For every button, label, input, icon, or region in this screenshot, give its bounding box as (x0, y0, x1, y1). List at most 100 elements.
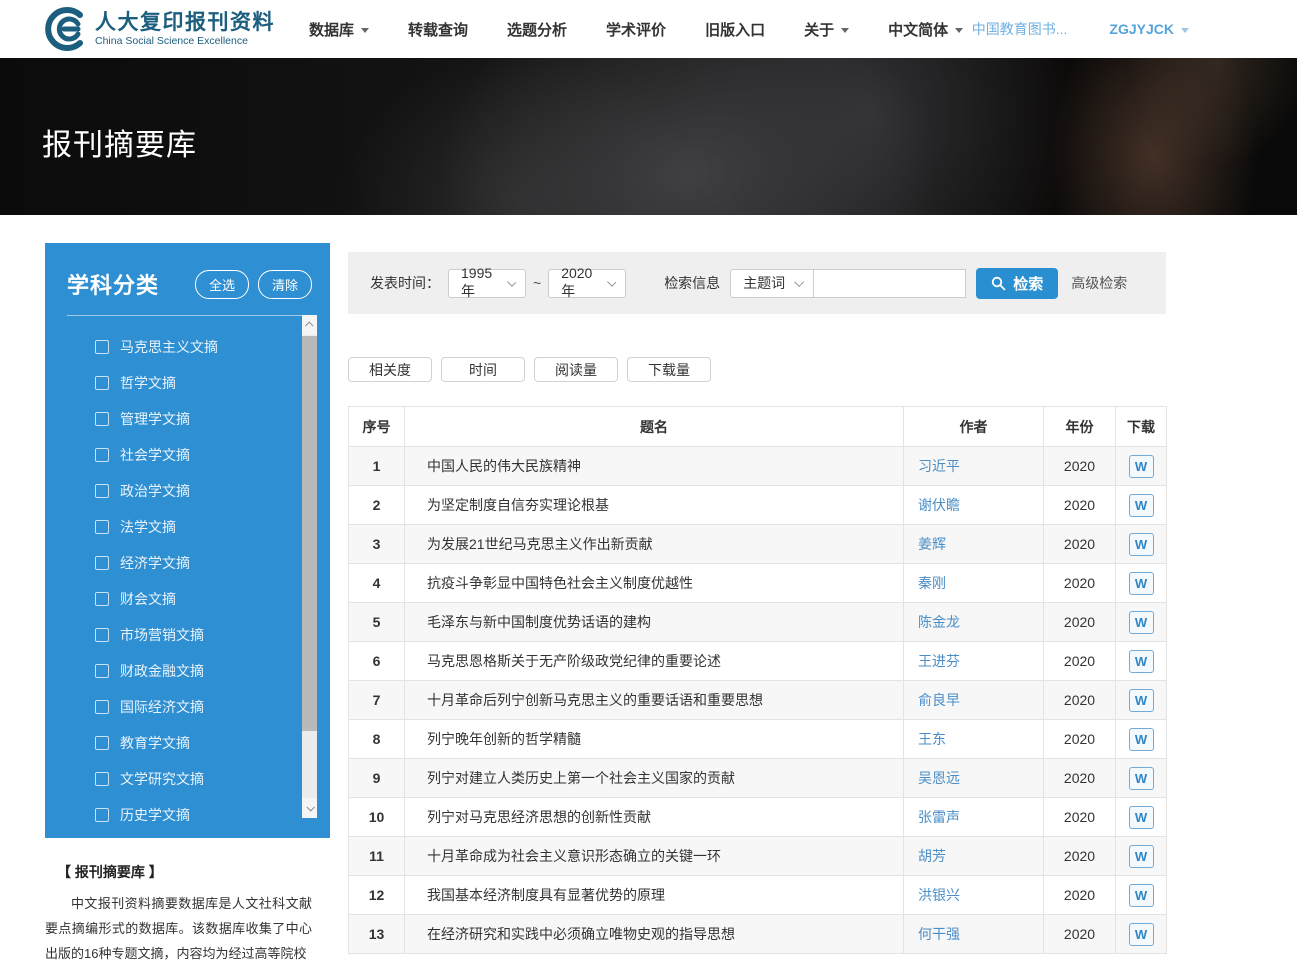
subject-checkbox-item[interactable]: 文学研究文摘 (45, 761, 330, 797)
download-word-button[interactable]: W (1129, 806, 1154, 829)
checkbox[interactable] (95, 376, 109, 390)
article-title[interactable]: 列宁对建立人类历史上第一个社会主义国家的贡献 (405, 759, 904, 798)
subject-checkbox-item[interactable]: 哲学文摘 (45, 365, 330, 401)
subject-checkbox-item[interactable]: 国际经济文摘 (45, 689, 330, 725)
subject-label: 财会文摘 (120, 589, 176, 609)
download-word-button[interactable]: W (1129, 884, 1154, 907)
search-input[interactable] (814, 269, 966, 298)
download-word-button[interactable]: W (1129, 611, 1154, 634)
search-button[interactable]: 检索 (976, 268, 1058, 299)
download-word-button[interactable]: W (1129, 572, 1154, 595)
sort-tab[interactable]: 相关度 (348, 357, 432, 382)
article-title[interactable]: 中国人民的伟大民族精神 (405, 447, 904, 486)
checkbox[interactable] (95, 628, 109, 642)
article-title[interactable]: 我国基本经济制度具有显著优势的原理 (405, 876, 904, 915)
author-link[interactable]: 习近平 (918, 458, 960, 474)
subject-checkbox-item[interactable]: 政治学文摘 (45, 473, 330, 509)
chevron-up-icon (305, 321, 313, 329)
author-link[interactable]: 秦刚 (918, 575, 946, 591)
year-to-select[interactable]: 2020年 (548, 269, 626, 298)
scroll-down-button[interactable] (302, 798, 317, 818)
article-title[interactable]: 马克思恩格斯关于无产阶级政党纪律的重要论述 (405, 642, 904, 681)
year-from-select[interactable]: 1995年 (448, 269, 526, 298)
row-index: 7 (349, 681, 405, 720)
download-word-button[interactable]: W (1129, 923, 1154, 946)
download-word-button[interactable]: W (1129, 728, 1154, 751)
subject-checkbox-item[interactable]: 管理学文摘 (45, 401, 330, 437)
advanced-search-link[interactable]: 高级检索 (1071, 273, 1127, 293)
checkbox[interactable] (95, 412, 109, 426)
author-link[interactable]: 吴恩远 (918, 770, 960, 786)
checkbox[interactable] (95, 664, 109, 678)
download-word-button[interactable]: W (1129, 845, 1154, 868)
scroll-up-button[interactable] (302, 315, 317, 335)
article-title[interactable]: 十月革命后列宁创新马克思主义的重要话语和重要思想 (405, 681, 904, 720)
subject-checkbox-item[interactable]: 市场营销文摘 (45, 617, 330, 653)
nav-menu-item[interactable]: 中文简体 (888, 19, 963, 40)
checkbox[interactable] (95, 556, 109, 570)
account-link[interactable]: 中国教育图书... (972, 19, 1068, 39)
sort-tab[interactable]: 时间 (441, 357, 525, 382)
article-title[interactable]: 在经济研究和实践中必须确立唯物史观的指导思想 (405, 915, 904, 954)
subject-label: 管理学文摘 (120, 409, 190, 429)
author-link[interactable]: 陈金龙 (918, 614, 960, 630)
select-all-button[interactable]: 全选 (195, 270, 249, 299)
nav-menu-item[interactable]: 旧版入口 (705, 19, 765, 40)
scrollbar-thumb[interactable] (302, 336, 317, 731)
nav-menu-item[interactable]: 关于 (804, 19, 849, 40)
author-link[interactable]: 张雷声 (918, 809, 960, 825)
subject-checkbox-item[interactable]: 教育学文摘 (45, 725, 330, 761)
subject-checkbox-item[interactable]: 历史学文摘 (45, 797, 330, 833)
checkbox[interactable] (95, 448, 109, 462)
article-title[interactable]: 抗疫斗争彰显中国特色社会主义制度优越性 (405, 564, 904, 603)
download-word-button[interactable]: W (1129, 767, 1154, 790)
author-link[interactable]: 王进芬 (918, 653, 960, 669)
publish-date-label: 发表时间： (370, 273, 440, 293)
article-year: 2020 (1044, 837, 1116, 876)
author-link[interactable]: 俞良早 (918, 692, 960, 708)
sort-tab[interactable]: 下载量 (627, 357, 711, 382)
author-link[interactable]: 何干强 (918, 926, 960, 942)
subject-checkbox-item[interactable]: 社会学文摘 (45, 437, 330, 473)
checkbox[interactable] (95, 340, 109, 354)
subject-list-scrollbar[interactable] (302, 315, 317, 818)
download-word-button[interactable]: W (1129, 533, 1154, 556)
account-nav: 中国教育图书... ZGJYJCK (972, 19, 1189, 39)
clear-button[interactable]: 清除 (258, 270, 312, 299)
author-link[interactable]: 姜辉 (918, 536, 946, 552)
article-title[interactable]: 列宁晚年创新的哲学精髓 (405, 720, 904, 759)
author-link[interactable]: 胡芳 (918, 848, 946, 864)
checkbox[interactable] (95, 808, 109, 822)
sort-tab[interactable]: 阅读量 (534, 357, 618, 382)
download-word-button[interactable]: W (1129, 689, 1154, 712)
checkbox[interactable] (95, 484, 109, 498)
subject-checkbox-item[interactable]: 财会文摘 (45, 581, 330, 617)
subject-checkbox-item[interactable]: 法学文摘 (45, 509, 330, 545)
author-link[interactable]: 王东 (918, 731, 946, 747)
download-word-button[interactable]: W (1129, 455, 1154, 478)
article-title[interactable]: 列宁对马克思经济思想的创新性贡献 (405, 798, 904, 837)
article-title[interactable]: 十月革命成为社会主义意识形态确立的关键一环 (405, 837, 904, 876)
nav-menu-item[interactable]: 选题分析 (507, 19, 567, 40)
search-field-select[interactable]: 主题词 (730, 269, 814, 298)
account-link[interactable]: ZGJYJCK (1109, 21, 1189, 37)
checkbox[interactable] (95, 736, 109, 750)
subject-checkbox-item[interactable]: 经济学文摘 (45, 545, 330, 581)
checkbox[interactable] (95, 772, 109, 786)
article-title[interactable]: 为坚定制度自信夯实理论根基 (405, 486, 904, 525)
nav-menu-item[interactable]: 转载查询 (408, 19, 468, 40)
checkbox[interactable] (95, 592, 109, 606)
article-title[interactable]: 为发展21世纪马克思主义作出新贡献 (405, 525, 904, 564)
brand-logo[interactable]: 人大复印报刊资料 China Social Science Excellence (40, 7, 275, 51)
article-title[interactable]: 毛泽东与新中国制度优势话语的建构 (405, 603, 904, 642)
download-word-button[interactable]: W (1129, 650, 1154, 673)
subject-checkbox-item[interactable]: 财政金融文摘 (45, 653, 330, 689)
subject-checkbox-item[interactable]: 马克思主义文摘 (45, 329, 330, 365)
download-word-button[interactable]: W (1129, 494, 1154, 517)
author-link[interactable]: 谢伏瞻 (918, 497, 960, 513)
checkbox[interactable] (95, 700, 109, 714)
nav-menu-item[interactable]: 学术评价 (606, 19, 666, 40)
checkbox[interactable] (95, 520, 109, 534)
nav-menu-item[interactable]: 数据库 (309, 19, 369, 40)
author-link[interactable]: 洪银兴 (918, 887, 960, 903)
